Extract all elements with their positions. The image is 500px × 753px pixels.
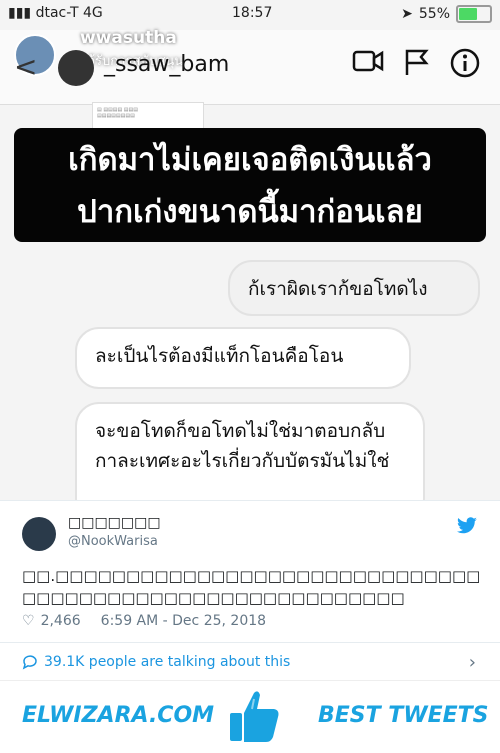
status-bar: ▮▮▮ dtac-T 4G 18:57 ➤ 55% [0, 0, 500, 30]
thumbs-up-icon [230, 691, 279, 742]
chat-username[interactable]: _ssaw_bam [104, 52, 229, 77]
message-bubble-received: ละเป็นไรต้องมีแท็กโอนคือโอน [75, 327, 411, 389]
chat-screenshot: ▮▮▮ dtac-T 4G 18:57 ➤ 55% wwasutha ได้รั… [0, 0, 500, 500]
tweet-timestamp[interactable]: 6:59 AM - Dec 25, 2018 [101, 613, 266, 629]
clock: 18:57 [232, 5, 273, 21]
talking-count: 39.1K people are talking about this [44, 654, 291, 670]
like-count[interactable]: 2,466 [41, 613, 81, 629]
overlay-username: wwasutha [80, 28, 177, 48]
battery-icon [456, 5, 492, 23]
caption-banner: เกิดมาไม่เคยเจอติดเงินแล้ว ปากเก่งขนาดนี… [14, 128, 486, 242]
caption-line-2: ปากเก่งขนาดนี้มาก่อนเลย [77, 194, 423, 230]
message-bubble-received: จะขอโทดก็ขอโทดไม่ใช่มาตอบกลับกาละเทศะอะไ… [75, 402, 425, 500]
site-name: ELWIZARA.COM [22, 703, 215, 728]
twitter-bird-icon[interactable] [456, 517, 478, 535]
tweet-meta: ♡ 2,466 6:59 AM - Dec 25, 2018 [22, 613, 266, 629]
tweet-display-name[interactable]: □□□□□□□ [68, 515, 161, 531]
tweet-card: □□□□□□□ @NookWarisa □□.□□□□□□□□□□□□□□□□□… [0, 500, 500, 681]
caption-line-1: เกิดมาไม่เคยเจอติดเงินแล้ว [68, 142, 432, 178]
location-icon: ➤ [401, 6, 413, 22]
brand-footer: ELWIZARA.COM BEST TWEETS [0, 680, 500, 753]
info-icon[interactable] [450, 48, 480, 78]
tweet-conversation-link[interactable]: 39.1K people are talking about this › [0, 642, 500, 681]
carrier-label: ▮▮▮ dtac-T 4G [8, 5, 103, 21]
back-icon[interactable]: < [14, 50, 37, 83]
chat-header: wwasutha ได้รับการสนับสนุน < _ssaw_bam [0, 28, 500, 105]
signal-icon: ▮▮▮ [8, 5, 32, 21]
tweet-text: □□.□□□□□□□□□□□□□□□□□□□□□□□□□□□□□□□□□□□□□… [22, 567, 481, 607]
avatar[interactable] [22, 517, 56, 551]
footer-tagline: BEST TWEETS [318, 703, 489, 728]
comment-icon [22, 655, 37, 670]
heart-icon[interactable]: ♡ [22, 613, 35, 629]
flag-icon[interactable] [404, 48, 430, 76]
tweet-handle[interactable]: @NookWarisa [68, 534, 158, 549]
video-call-icon[interactable] [352, 48, 384, 74]
chat-avatar[interactable] [58, 50, 94, 86]
message-bubble-sent: ก้เราผิดเราก้ขอโทดไง [228, 260, 480, 316]
battery-percent: 55% [418, 6, 450, 22]
chevron-right-icon: › [468, 651, 476, 673]
